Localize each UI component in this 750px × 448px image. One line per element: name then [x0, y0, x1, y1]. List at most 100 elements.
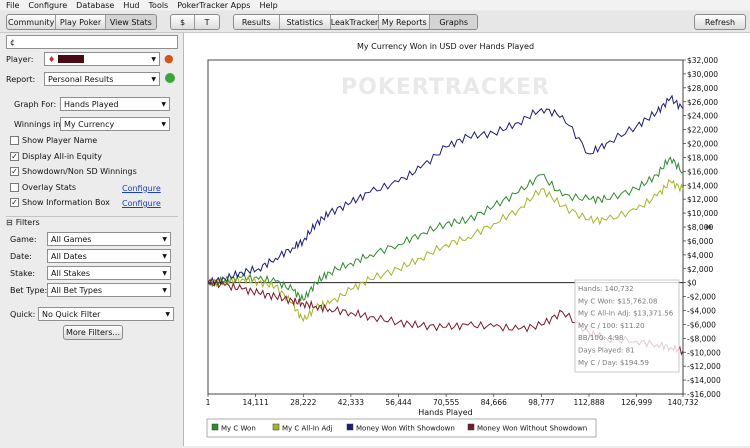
refresh-button[interactable]: Refresh	[694, 14, 746, 30]
x-tick-label: 126,999	[621, 398, 652, 407]
filter-input-value: ¢	[10, 37, 16, 47]
graphs-tab[interactable]: Graphs	[430, 15, 477, 29]
checkbox[interactable]: ✓	[10, 198, 19, 207]
player-icon[interactable]: ●	[164, 52, 174, 65]
chart-panel: My Currency Won in USD over Hands Played…	[183, 33, 750, 446]
checkbox-label: Display All-in Equity	[22, 151, 102, 161]
menu-item-hud[interactable]: Hud	[123, 1, 139, 10]
checkbox-label: Overlay Stats	[22, 182, 77, 192]
status-ok-icon	[165, 73, 175, 83]
report-select-value: Personal Results	[48, 74, 114, 84]
filter-input[interactable]: ¢	[6, 35, 178, 49]
graph-for-label: Graph For:	[14, 100, 57, 109]
quick-label: Quick:	[10, 310, 36, 319]
x-tick-label: 1	[206, 398, 211, 407]
statistics-tab[interactable]: Statistics	[280, 15, 331, 29]
checkbox[interactable]: ✓	[10, 167, 19, 176]
info-box-line: Days Played: 81	[578, 347, 635, 355]
more-filters-button[interactable]: More Filters...	[63, 325, 123, 340]
info-box-line: My C Won: $15,762.08	[578, 297, 657, 305]
y-tick-label: -$12,000	[687, 362, 721, 371]
y-tick-label: $18,000	[687, 153, 718, 162]
info-box-line: BB/100: 4.98	[578, 334, 624, 342]
quick-filter-select[interactable]: No Quick Filter ▼	[38, 307, 174, 321]
filter-label: Date:	[10, 252, 32, 261]
report-select[interactable]: Personal Results ▼	[44, 72, 160, 86]
menu-item-help[interactable]: Help	[259, 1, 277, 10]
graph-for-value: Hands Played	[64, 99, 119, 109]
y-tick-label: $16,000	[687, 167, 718, 176]
checkbox-label: Show Information Box	[22, 198, 110, 207]
graph-for-select[interactable]: Hands Played ▼	[60, 97, 170, 111]
y-tick-label: $32,000	[687, 56, 718, 65]
option-row: Show Player Name	[10, 136, 97, 145]
y-tick-label: $14,000	[687, 181, 718, 190]
x-tick-label: 140,732	[667, 398, 698, 407]
filters-title: Filters	[15, 217, 40, 227]
filter-select[interactable]: All Dates ▼	[47, 249, 171, 263]
legend-swatch	[467, 423, 475, 431]
winnings-select[interactable]: My Currency ▼	[60, 117, 170, 131]
menu-item-configure[interactable]: Configure	[28, 1, 67, 10]
checkbox[interactable]	[10, 136, 19, 145]
menu-item-file[interactable]: File	[6, 1, 19, 10]
menu-item-tools[interactable]: Tools	[149, 1, 169, 10]
x-tick-label: 28,222	[290, 398, 316, 407]
results-graph: My Currency Won in USD over Hands Played…	[206, 42, 721, 438]
info-box-line: My C All-In Adj: $13,371.56	[578, 310, 674, 318]
y-tick-label: -$6,000	[687, 320, 716, 329]
chevron-down-icon: ▼	[151, 56, 156, 63]
y-tick-label: $4,000	[687, 251, 713, 260]
y-tick-label: $20,000	[687, 140, 718, 149]
filter-label: Bet Type:	[10, 286, 48, 295]
view-stats-tab[interactable]: View Stats	[105, 15, 156, 29]
filter-select[interactable]: All Games ▼	[47, 232, 171, 246]
checkbox[interactable]	[10, 182, 19, 192]
y-tick-label: -$2,000	[687, 293, 716, 302]
results-tab[interactable]: Results	[234, 15, 280, 29]
legend-swatch	[211, 423, 219, 431]
collapse-icon[interactable]: ⊟	[6, 218, 13, 227]
player-select[interactable]: ♦ ▼	[44, 52, 160, 66]
y-tick-label: $10,000	[687, 209, 718, 218]
site-icon: ♦	[48, 54, 56, 64]
x-tick-label: 56,444	[385, 398, 411, 407]
menu-item-pokertracker-apps[interactable]: PokerTracker Apps	[177, 1, 250, 10]
quick-filter-value: No Quick Filter	[42, 309, 101, 319]
menu-item-database[interactable]: Database	[76, 1, 114, 10]
tournament-toggle[interactable]: T	[195, 15, 219, 29]
x-tick-label: 112,888	[574, 398, 605, 407]
configure-link[interactable]: Configure	[122, 199, 161, 208]
x-axis-label: Hands Played	[418, 408, 472, 417]
menu-bar: File Configure Database Hud Tools PokerTracke…	[0, 0, 750, 10]
play-poker-tab[interactable]: Play Poker	[56, 15, 106, 29]
dollar-toggle[interactable]: $	[171, 15, 196, 29]
report-label: Report:	[6, 75, 36, 84]
community-tab[interactable]: Community	[7, 15, 57, 29]
chevron-down-icon: ▼	[162, 270, 167, 277]
toolbar: Community Play Poker View Stats $ T Resu…	[0, 11, 750, 33]
chevron-down-icon: ▼	[162, 236, 167, 243]
chevron-down-icon: ▼	[151, 76, 156, 83]
my-reports-tab[interactable]: My Reports	[379, 15, 431, 29]
checkbox-label: Show Player Name	[22, 136, 98, 145]
y-tick-label: $26,000	[687, 98, 718, 107]
filter-select[interactable]: All Bet Types ▼	[47, 283, 171, 297]
option-row: ✓ Show Information Box	[10, 198, 110, 207]
configure-link[interactable]: Configure	[122, 184, 161, 193]
player-name-redacted	[58, 55, 85, 63]
y-tick-label: $6,000	[687, 237, 713, 246]
filter-select-value: All Stakes	[51, 268, 91, 278]
filter-select-value: All Dates	[51, 251, 87, 261]
checkbox[interactable]: ✓	[10, 151, 19, 161]
x-tick-label: 84,666	[481, 398, 507, 407]
y-tick-label: $22,000	[687, 126, 718, 135]
filter-select-value: All Bet Types	[51, 285, 103, 295]
nav-segment: Community Play Poker View Stats	[6, 14, 157, 30]
views-segment: Results Statistics LeakTracker My Report…	[233, 14, 478, 30]
leaktracker-tab[interactable]: LeakTracker	[331, 15, 379, 29]
y-tick-label: -$8,000	[687, 334, 716, 343]
chevron-down-icon: ▼	[161, 101, 166, 108]
y-tick-label: $0	[687, 279, 697, 288]
filter-select[interactable]: All Stakes ▼	[47, 266, 171, 280]
